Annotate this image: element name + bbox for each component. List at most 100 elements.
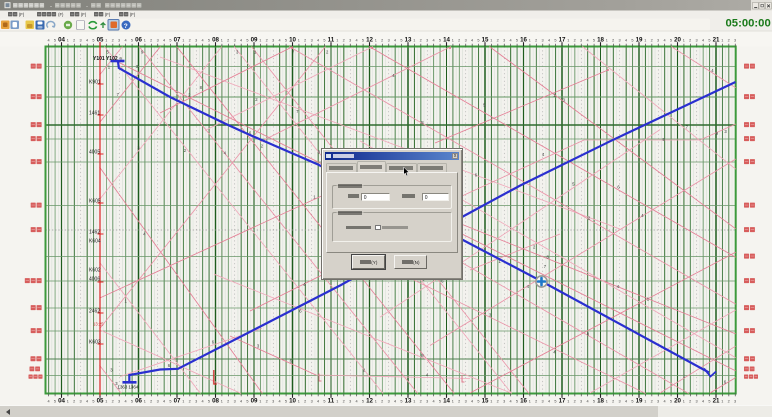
svg-text:2: 2 — [574, 400, 576, 404]
svg-text:2: 2 — [728, 400, 730, 404]
svg-text:1: 1 — [144, 400, 146, 404]
svg-text:2: 2 — [112, 39, 114, 43]
svg-text:4: 4 — [317, 39, 319, 43]
svg-text:4: 4 — [587, 400, 589, 404]
svg-text:1: 1 — [606, 39, 608, 43]
svg-text:5: 5 — [554, 39, 556, 43]
svg-text:5: 5 — [439, 400, 441, 404]
svg-text:2: 2 — [420, 400, 422, 404]
svg-text:3: 3 — [503, 39, 505, 43]
svg-text:4: 4 — [625, 400, 627, 404]
svg-text:10: 10 — [289, 398, 296, 405]
svg-text:1: 1 — [529, 39, 531, 43]
svg-text:14: 14 — [443, 398, 450, 405]
svg-text:1: 1 — [67, 39, 69, 43]
svg-text:5: 5 — [285, 39, 287, 43]
svg-text:2: 2 — [612, 400, 614, 404]
svg-text:5: 5 — [169, 39, 171, 43]
svg-text:1: 1 — [144, 39, 146, 43]
svg-text:2: 2 — [381, 400, 383, 404]
svg-text:4005: 4005 — [89, 150, 100, 156]
svg-text:5: 5 — [631, 400, 633, 404]
svg-text:4: 4 — [510, 400, 512, 404]
svg-text:2: 2 — [227, 39, 229, 43]
svg-text:1: 1 — [375, 39, 377, 43]
svg-text:4: 4 — [548, 39, 550, 43]
svg-text:4: 4 — [664, 400, 666, 404]
svg-text:3: 3 — [388, 39, 390, 43]
svg-text:3: 3 — [657, 39, 659, 43]
svg-text:2: 2 — [651, 400, 653, 404]
svg-text:1: 1 — [721, 400, 723, 404]
svg-text:3: 3 — [272, 39, 274, 43]
svg-text:4: 4 — [625, 39, 627, 43]
svg-text:13:25: 13:25 — [93, 322, 104, 327]
svg-text:-: - — [50, 4, 52, 10]
svg-text:2: 2 — [343, 39, 345, 43]
svg-text:12: 12 — [366, 398, 373, 405]
svg-text:?: ? — [124, 23, 128, 30]
svg-text:5: 5 — [708, 400, 710, 404]
svg-text:2: 2 — [574, 39, 576, 43]
svg-text:1: 1 — [259, 39, 261, 43]
svg-text:5: 5 — [439, 39, 441, 43]
svg-text:2: 2 — [535, 400, 537, 404]
svg-text:2: 2 — [189, 400, 191, 404]
svg-text:1: 1 — [298, 39, 300, 43]
svg-text:5: 5 — [593, 400, 595, 404]
svg-text:3: 3 — [696, 400, 698, 404]
svg-text:1: 1 — [644, 39, 646, 43]
svg-text:3: 3 — [696, 39, 698, 43]
svg-text:11: 11 — [328, 398, 335, 405]
svg-text:07: 07 — [174, 398, 181, 405]
svg-text:4: 4 — [394, 400, 396, 404]
svg-text:5: 5 — [477, 39, 479, 43]
svg-text:2: 2 — [420, 39, 422, 43]
svg-text:(F): (F) — [105, 12, 111, 17]
svg-text:2: 2 — [266, 400, 268, 404]
svg-text:13: 13 — [405, 398, 412, 405]
svg-text:5: 5 — [516, 400, 518, 404]
svg-text:4: 4 — [163, 39, 165, 43]
svg-text:3: 3 — [195, 39, 197, 43]
svg-text:2: 2 — [343, 400, 345, 404]
svg-text:2: 2 — [497, 400, 499, 404]
svg-text:4: 4 — [356, 39, 358, 43]
svg-text:2: 2 — [689, 400, 691, 404]
svg-text:K602: K602 — [89, 268, 101, 274]
svg-text:4: 4 — [279, 400, 281, 404]
svg-text:1: 1 — [105, 400, 107, 404]
svg-text:2: 2 — [150, 400, 152, 404]
svg-text:4: 4 — [317, 400, 319, 404]
svg-text:2: 2 — [73, 39, 75, 43]
svg-text:3: 3 — [157, 39, 159, 43]
svg-text:4: 4 — [433, 400, 435, 404]
svg-text:5: 5 — [246, 400, 248, 404]
svg-text:1: 1 — [259, 400, 261, 404]
svg-text:3: 3 — [349, 400, 351, 404]
svg-text:3: 3 — [503, 400, 505, 404]
svg-text:3: 3 — [465, 39, 467, 43]
svg-text:3: 3 — [542, 400, 544, 404]
svg-text:3: 3 — [195, 400, 197, 404]
svg-text:5: 5 — [477, 400, 479, 404]
svg-text:2: 2 — [535, 39, 537, 43]
svg-text:21: 21 — [713, 398, 720, 405]
svg-text:5: 5 — [593, 39, 595, 43]
svg-text:5: 5 — [131, 39, 133, 43]
svg-text:4: 4 — [471, 39, 473, 43]
svg-text:4: 4 — [202, 39, 204, 43]
svg-text:3: 3 — [580, 39, 582, 43]
svg-text:-: - — [86, 4, 88, 10]
svg-text:2: 2 — [304, 39, 306, 43]
svg-text:5: 5 — [516, 39, 518, 43]
svg-text:(F): (F) — [19, 12, 25, 17]
svg-text:5: 5 — [554, 400, 556, 404]
svg-text:5: 5 — [670, 39, 672, 43]
svg-text:1: 1 — [490, 400, 492, 404]
svg-text:2: 2 — [497, 39, 499, 43]
svg-text:4: 4 — [86, 400, 88, 404]
svg-text:3: 3 — [619, 39, 621, 43]
svg-text:4: 4 — [125, 400, 127, 404]
svg-text:4: 4 — [471, 400, 473, 404]
